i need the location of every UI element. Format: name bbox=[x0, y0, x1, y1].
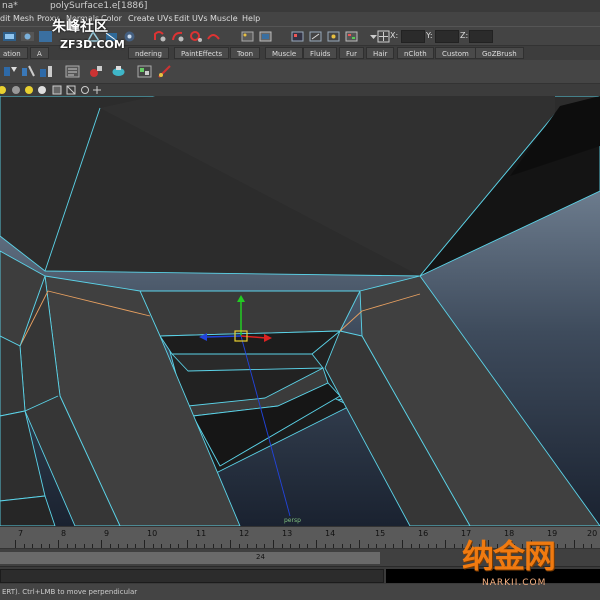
tick-mark bbox=[445, 540, 446, 548]
tab-toon[interactable]: Toon bbox=[230, 47, 261, 59]
title-scene-name: na* bbox=[2, 1, 18, 11]
ipr-render-icon[interactable] bbox=[290, 29, 305, 44]
tab-gozbrush[interactable]: GoZBrush bbox=[475, 47, 524, 59]
tick-label: 12 bbox=[239, 529, 250, 538]
tab-ncloth[interactable]: nCloth bbox=[397, 47, 434, 59]
tab-rendering[interactable]: ndering bbox=[128, 47, 169, 59]
z-axis-handle[interactable] bbox=[204, 335, 242, 338]
construction-history-icon[interactable] bbox=[240, 29, 255, 44]
tab-painteffects[interactable]: PaintEffects bbox=[174, 47, 230, 59]
tick-mark bbox=[316, 540, 317, 548]
isolate-select-icon[interactable] bbox=[52, 85, 62, 95]
create-joint-icon[interactable] bbox=[2, 63, 19, 80]
wireframe-shading-icon[interactable] bbox=[0, 86, 6, 94]
menu-help[interactable]: Help bbox=[242, 12, 260, 26]
x-field-label: X: bbox=[390, 31, 399, 40]
tick-label: 7 bbox=[18, 529, 24, 538]
tick-mark bbox=[144, 540, 145, 548]
tab-hair[interactable]: Hair bbox=[366, 47, 395, 59]
select-by-component-icon[interactable] bbox=[38, 29, 53, 44]
absolute-transform-icon[interactable] bbox=[376, 29, 391, 44]
grid-toggle-icon[interactable] bbox=[92, 85, 102, 95]
tick-label: 20 bbox=[587, 529, 598, 538]
snap-view-plane-icon[interactable] bbox=[206, 29, 221, 44]
tick-label: 10 bbox=[147, 529, 158, 538]
render-settings-icon[interactable] bbox=[308, 29, 323, 44]
snap-point-icon[interactable] bbox=[188, 29, 203, 44]
snap-curve-icon[interactable] bbox=[170, 29, 185, 44]
maya-window: na* polySurface1.e[1886] dit Mesh Proxy … bbox=[0, 0, 600, 600]
tick-label: 13 bbox=[282, 529, 293, 538]
select-by-hierarchy-icon[interactable] bbox=[2, 29, 17, 44]
tick-mark bbox=[359, 540, 360, 548]
paint-weights-icon[interactable] bbox=[64, 63, 81, 80]
tab-a[interactable]: A bbox=[30, 47, 49, 59]
render-current-frame-icon[interactable] bbox=[258, 29, 273, 44]
current-frame-value: 24 bbox=[256, 553, 265, 561]
tab-fluids[interactable]: Fluids bbox=[303, 47, 338, 59]
tab-animation[interactable]: ation bbox=[0, 47, 28, 59]
tick-label: 14 bbox=[325, 529, 336, 538]
tab-fur[interactable]: Fur bbox=[339, 47, 364, 59]
lighting-icon[interactable] bbox=[25, 86, 33, 94]
tick-mark bbox=[101, 540, 102, 548]
cluster-icon[interactable] bbox=[88, 63, 105, 80]
camera-attributes-icon[interactable] bbox=[80, 85, 90, 95]
z-field[interactable] bbox=[469, 30, 493, 43]
y-field[interactable] bbox=[435, 30, 459, 43]
panel-toolbar bbox=[0, 84, 600, 96]
tick-mark bbox=[58, 540, 59, 548]
wrap-deformer-icon[interactable] bbox=[136, 63, 153, 80]
title-bar: na* polySurface1.e[1886] bbox=[0, 0, 600, 12]
tick-label: 16 bbox=[418, 529, 429, 538]
camera-label: persp bbox=[284, 517, 301, 524]
perspective-viewport[interactable]: persp bbox=[0, 96, 600, 526]
watermark-narkii-cn: 纳金网 bbox=[462, 537, 556, 575]
watermark-narkii-en: NARKII.COM bbox=[482, 578, 547, 588]
tick-mark bbox=[574, 540, 575, 548]
tab-custom[interactable]: Custom bbox=[435, 47, 476, 59]
z-field-label: Z: bbox=[460, 31, 469, 40]
viewport-canvas[interactable]: persp bbox=[0, 96, 600, 526]
watermark-zf3d-en: ZF3D.COM bbox=[60, 38, 125, 51]
sculpt-brush-icon[interactable] bbox=[156, 63, 173, 80]
tick-mark bbox=[15, 540, 16, 548]
menu-edit-mesh[interactable]: dit Mesh bbox=[0, 12, 34, 26]
tick-label: 15 bbox=[375, 529, 386, 538]
tick-label: 9 bbox=[104, 529, 110, 538]
range-bar[interactable] bbox=[0, 552, 380, 564]
tab-muscle[interactable]: Muscle bbox=[265, 47, 304, 59]
tick-mark bbox=[273, 540, 274, 548]
watermark-zf3d-cn: 朱峰社区 bbox=[52, 19, 108, 35]
tick-mark bbox=[187, 540, 188, 548]
render-view-icon[interactable] bbox=[344, 29, 359, 44]
menu-create-uvs[interactable]: Create UVs bbox=[128, 12, 173, 26]
y-field-label: Y: bbox=[426, 31, 433, 40]
title-selection: polySurface1.e[1886] bbox=[50, 1, 148, 11]
ik-handle-icon[interactable] bbox=[20, 63, 37, 80]
tick-mark bbox=[402, 540, 403, 548]
hypershade-icon[interactable] bbox=[326, 29, 341, 44]
mel-command-input[interactable] bbox=[0, 569, 384, 583]
bind-skin-icon[interactable] bbox=[38, 63, 55, 80]
menu-edit-uvs[interactable]: Edit UVs bbox=[174, 12, 208, 26]
select-by-object-icon[interactable] bbox=[20, 29, 35, 44]
xray-icon[interactable] bbox=[66, 85, 76, 95]
shelf-icons bbox=[0, 60, 600, 84]
tick-mark bbox=[230, 540, 231, 548]
tick-label: 11 bbox=[196, 529, 207, 538]
shadows-icon[interactable] bbox=[38, 86, 46, 94]
snap-grid-icon[interactable] bbox=[152, 29, 167, 44]
tick-label: 8 bbox=[61, 529, 67, 538]
menu-muscle[interactable]: Muscle bbox=[210, 12, 238, 26]
x-field[interactable] bbox=[401, 30, 425, 43]
smooth-shading-icon[interactable] bbox=[12, 86, 20, 94]
lattice-icon[interactable] bbox=[110, 63, 127, 80]
